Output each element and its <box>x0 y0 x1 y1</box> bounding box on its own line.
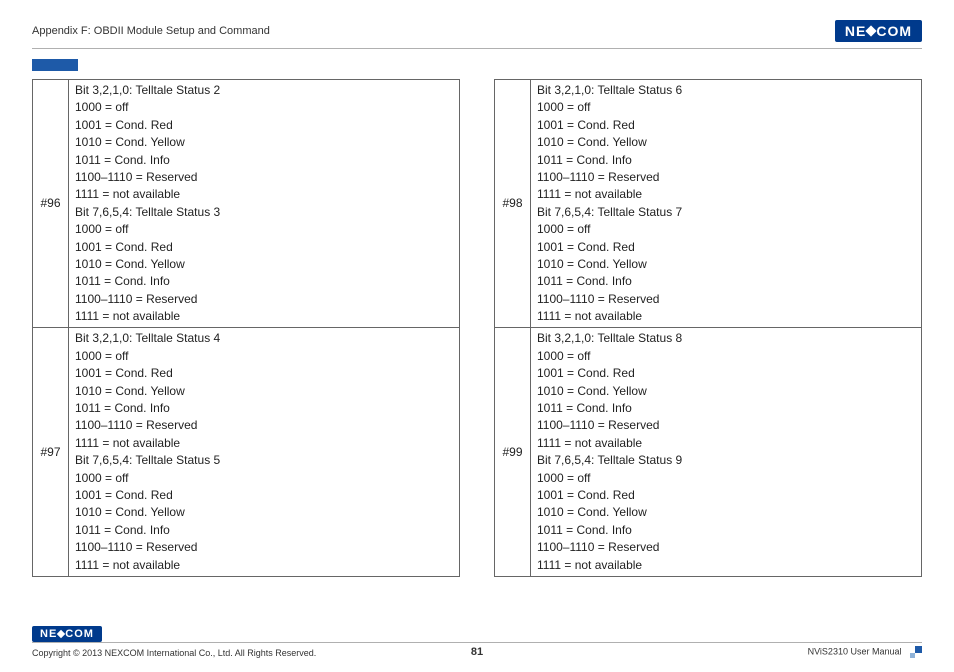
table-row: #99 Bit 3,2,1,0: Telltale Status 8 1000 … <box>495 328 922 576</box>
row-index: #97 <box>33 328 69 576</box>
table-row: #98 Bit 3,2,1,0: Telltale Status 6 1000 … <box>495 80 922 328</box>
footer-logo-square-icon <box>57 630 65 638</box>
row-body: Bit 3,2,1,0: Telltale Status 8 1000 = of… <box>531 328 922 576</box>
header-title: Appendix F: OBDII Module Setup and Comma… <box>32 25 270 37</box>
nexcom-logo: NE COM <box>835 20 922 42</box>
left-column: #96 Bit 3,2,1,0: Telltale Status 2 1000 … <box>32 79 460 577</box>
footer-decoration-icon <box>910 646 922 658</box>
logo-text-left: NE <box>845 23 866 39</box>
accent-bar <box>32 59 78 71</box>
footer-nexcom-logo: NE COM <box>32 626 102 642</box>
footer-bar: Copyright © 2013 NEXCOM International Co… <box>32 642 922 658</box>
footer-logo-text-right: COM <box>65 628 94 640</box>
page-number: 81 <box>32 646 922 658</box>
header-divider <box>32 48 922 49</box>
logo-square-icon <box>866 25 877 36</box>
row-index: #98 <box>495 80 531 328</box>
page-footer: NE COM Copyright © 2013 NEXCOM Internati… <box>32 624 922 658</box>
right-column: #98 Bit 3,2,1,0: Telltale Status 6 1000 … <box>494 79 922 577</box>
table-row: #97 Bit 3,2,1,0: Telltale Status 4 1000 … <box>33 328 460 576</box>
table-row: #96 Bit 3,2,1,0: Telltale Status 2 1000 … <box>33 80 460 328</box>
telltale-table-left: #96 Bit 3,2,1,0: Telltale Status 2 1000 … <box>32 79 460 577</box>
footer-logo-text-left: NE <box>40 628 57 640</box>
page-header: Appendix F: OBDII Module Setup and Comma… <box>32 18 922 44</box>
row-index: #96 <box>33 80 69 328</box>
page: Appendix F: OBDII Module Setup and Comma… <box>0 0 954 672</box>
row-body: Bit 3,2,1,0: Telltale Status 2 1000 = of… <box>69 80 460 328</box>
row-body: Bit 3,2,1,0: Telltale Status 6 1000 = of… <box>531 80 922 328</box>
telltale-table-right: #98 Bit 3,2,1,0: Telltale Status 6 1000 … <box>494 79 922 577</box>
content-columns: #96 Bit 3,2,1,0: Telltale Status 2 1000 … <box>32 79 922 577</box>
row-index: #99 <box>495 328 531 576</box>
row-body: Bit 3,2,1,0: Telltale Status 4 1000 = of… <box>69 328 460 576</box>
logo-text-right: COM <box>876 23 912 39</box>
